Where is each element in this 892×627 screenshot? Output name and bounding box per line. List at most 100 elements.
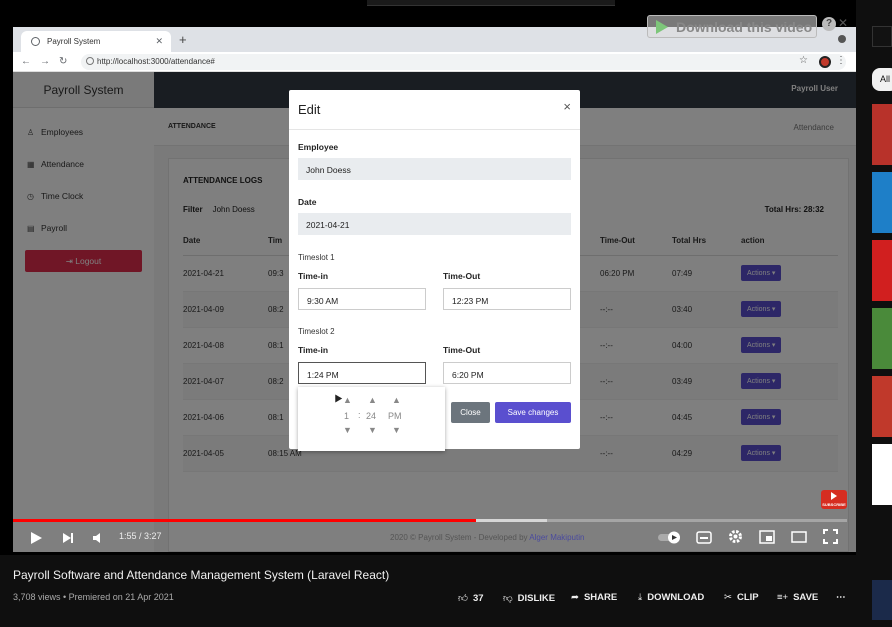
next-button[interactable] bbox=[61, 530, 75, 546]
ampm-down-icon[interactable]: ▼ bbox=[392, 425, 401, 435]
close-icon[interactable]: × bbox=[563, 99, 571, 114]
payroll-app: Payroll System ♙Employees ▦Attendance ◷T… bbox=[13, 72, 856, 552]
edit-modal: Edit × Employee John Doess Date 2021-04-… bbox=[289, 90, 580, 451]
ts1-timeout-label: Time-Out bbox=[443, 271, 481, 281]
thumbs-down-icon: 👎︎ bbox=[503, 593, 513, 604]
video-title: Payroll Software and Attendance Manageme… bbox=[13, 568, 390, 582]
autoplay-toggle[interactable] bbox=[658, 531, 682, 544]
save-label: SAVE bbox=[793, 592, 819, 603]
new-tab-icon[interactable]: + bbox=[179, 32, 187, 47]
forward-icon[interactable]: → bbox=[40, 56, 50, 67]
picker-ampm[interactable]: PM bbox=[388, 411, 402, 421]
download-text: DOWNLOAD bbox=[647, 592, 705, 603]
save-to-playlist-button[interactable]: ≡+ SAVE bbox=[777, 592, 818, 603]
date-label: Date bbox=[298, 197, 317, 207]
ts2-timein-field[interactable]: 1:24 PM bbox=[298, 362, 426, 384]
subscribe-watermark[interactable]: SUBSCRIBE bbox=[821, 490, 847, 509]
ts2-timeout-label: Time-Out bbox=[443, 345, 481, 355]
like-count: 37 bbox=[472, 593, 484, 604]
picker-minute[interactable]: 24 bbox=[366, 411, 376, 421]
related-thumbnail[interactable] bbox=[872, 376, 892, 437]
share-icon: ➦ bbox=[571, 592, 579, 603]
globe-icon bbox=[31, 37, 40, 46]
theater-mode-icon[interactable] bbox=[791, 531, 807, 543]
info-icon[interactable] bbox=[86, 57, 94, 65]
play-icon bbox=[656, 20, 668, 34]
hour-up-icon[interactable]: ▲ bbox=[343, 395, 352, 405]
close-button[interactable]: Close bbox=[451, 402, 490, 423]
time-picker: ▲ ▲ ▲ 1 : 24 PM ▼ ▼ ▼ bbox=[298, 387, 445, 451]
share-label: SHARE bbox=[583, 592, 618, 603]
volume-icon[interactable] bbox=[92, 530, 106, 546]
progress-bar[interactable] bbox=[13, 519, 847, 522]
hour-down-icon[interactable]: ▼ bbox=[343, 425, 352, 435]
filter-chip-all[interactable]: All bbox=[872, 68, 892, 91]
ts2-timeout-field[interactable]: 6:20 PM bbox=[443, 362, 571, 384]
share-button[interactable]: ➦ SHARE bbox=[571, 592, 617, 603]
download-label: Download this video bbox=[676, 19, 813, 35]
related-thumbnail[interactable] bbox=[872, 308, 892, 369]
address-bar: ← → ↻ http://localhost:3000/attendance# … bbox=[13, 52, 856, 72]
play-button[interactable] bbox=[29, 530, 43, 546]
related-thumbnail[interactable] bbox=[872, 172, 892, 233]
url-field[interactable]: http://localhost:3000/attendance# bbox=[81, 54, 846, 70]
youtube-play-icon bbox=[831, 492, 837, 500]
browser-window: Payroll System ✕ + ← → ↻ http://localhos… bbox=[13, 27, 856, 552]
subtitles-icon[interactable] bbox=[696, 531, 712, 544]
ts1-timein-field[interactable]: 9:30 AM bbox=[298, 288, 426, 310]
date-field[interactable]: 2021-04-21 bbox=[298, 213, 571, 235]
download-icon: ⤓ bbox=[638, 592, 643, 603]
modal-title: Edit bbox=[298, 102, 321, 117]
playlist-add-icon: ≡+ bbox=[777, 592, 789, 603]
thumbs-up-icon: 👍︎ bbox=[458, 593, 468, 604]
download-button[interactable]: ⤓ DOWNLOAD bbox=[638, 592, 704, 603]
dislike-label: DISLIKE bbox=[517, 593, 556, 604]
ts1-timeout-field[interactable]: 12:23 PM bbox=[443, 288, 571, 310]
miniplayer-icon[interactable] bbox=[759, 530, 775, 544]
back-icon[interactable]: ← bbox=[21, 56, 31, 67]
timeslot2-label: Timeslot 2 bbox=[298, 327, 335, 336]
picker-hour[interactable]: 1 bbox=[344, 411, 349, 421]
clip-button[interactable]: ✂ CLIP bbox=[724, 592, 759, 603]
save-button[interactable]: Save changes bbox=[495, 402, 571, 423]
search-box-edge[interactable] bbox=[872, 26, 892, 47]
related-thumbnail[interactable] bbox=[872, 104, 892, 165]
picker-separator: : bbox=[358, 410, 361, 420]
ts2-timein-label: Time-in bbox=[298, 345, 329, 355]
modal-header: Edit × bbox=[289, 90, 580, 130]
employee-field[interactable]: John Doess bbox=[298, 158, 571, 180]
timeslot1-label: Timeslot 1 bbox=[298, 253, 335, 262]
minute-down-icon[interactable]: ▼ bbox=[368, 425, 377, 435]
video-player[interactable]: Payroll System ✕ + ← → ↻ http://localhos… bbox=[0, 0, 856, 555]
credits-prefix: 2020 © Payroll System - Developed by bbox=[390, 533, 530, 542]
settings-gear-icon[interactable] bbox=[728, 529, 743, 544]
related-thumbnail[interactable] bbox=[872, 444, 892, 505]
like-button[interactable]: 👍︎ 37 bbox=[458, 592, 484, 604]
credits-author-link: Alger Makiputin bbox=[529, 533, 585, 542]
download-video-button[interactable]: Download this video bbox=[647, 15, 817, 38]
subscribe-text: SUBSCRIBE bbox=[822, 502, 846, 507]
ts1-timein-label: Time-in bbox=[298, 271, 329, 281]
browser-tab[interactable]: Payroll System ✕ bbox=[21, 31, 171, 52]
minute-up-icon[interactable]: ▲ bbox=[368, 395, 377, 405]
settings-dot-icon[interactable] bbox=[838, 35, 846, 43]
bookmark-star-icon[interactable]: ☆ bbox=[799, 55, 808, 66]
played-bar bbox=[13, 519, 476, 522]
employee-label: Employee bbox=[298, 142, 339, 152]
reload-icon[interactable]: ↻ bbox=[59, 56, 67, 67]
profile-avatar[interactable] bbox=[819, 56, 831, 68]
tab-close-icon[interactable]: ✕ bbox=[155, 36, 163, 47]
related-thumbnail[interactable] bbox=[872, 240, 892, 301]
close-overlay-icon[interactable]: ✕ bbox=[838, 16, 848, 30]
app-footer-credits: 2020 © Payroll System - Developed by Alg… bbox=[390, 533, 584, 542]
top-search-edge bbox=[367, 0, 615, 6]
related-thumbnail[interactable] bbox=[872, 580, 892, 620]
ampm-up-icon[interactable]: ▲ bbox=[392, 395, 401, 405]
scissors-icon: ✂ bbox=[724, 592, 732, 603]
fullscreen-icon[interactable] bbox=[823, 529, 838, 544]
time-display: 1:55 / 3:27 bbox=[119, 531, 162, 541]
browser-menu-icon[interactable]: ⋮ bbox=[836, 55, 846, 66]
more-actions-icon[interactable]: ⋯ bbox=[836, 592, 846, 603]
help-icon[interactable]: ? bbox=[822, 17, 836, 31]
dislike-button[interactable]: 👎︎ DISLIKE bbox=[503, 592, 555, 604]
